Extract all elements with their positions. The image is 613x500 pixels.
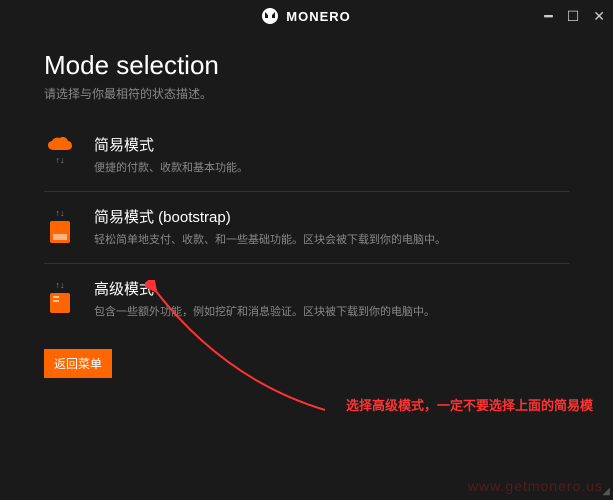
window-controls: ━ ☐ ✕ (544, 0, 605, 32)
mode-advanced[interactable]: ↑↓ 高级模式 包含一些额外功能，例如挖矿和消息验证。区块被下载到你的电脑中。 (44, 264, 569, 335)
disk-icon (50, 221, 70, 243)
sync-arrows-icon: ↑↓ (56, 208, 65, 218)
close-icon[interactable]: ✕ (593, 8, 605, 25)
app-title-container: MONERO (262, 8, 351, 24)
mode-advanced-text: 高级模式 包含一些额外功能，例如挖矿和消息验证。区块被下载到你的电脑中。 (94, 278, 435, 319)
sync-arrows-icon: ↑↓ (56, 280, 65, 290)
mode-bootstrap-desc: 轻松简单地支付、收款、和一些基础功能。区块会被下载到你的电脑中。 (94, 231, 446, 247)
mode-list: ↑↓ 简易模式 便捷的付款、收款和基本功能。 ↑↓ 简易模式 (bootstra… (44, 120, 569, 335)
page-title: Mode selection (44, 50, 569, 81)
mode-bootstrap-icon-group: ↑↓ (44, 206, 76, 243)
app-title: MONERO (286, 9, 351, 24)
annotation-text: 选择高级模式，一定不要选择上面的简易模 (346, 395, 593, 414)
cloud-icon (47, 136, 73, 152)
page-subtitle: 请选择与你最相符的状态描述。 (44, 85, 569, 102)
mode-bootstrap-text: 简易模式 (bootstrap) 轻松简单地支付、收款、和一些基础功能。区块会被… (94, 206, 446, 247)
mode-advanced-title: 高级模式 (94, 278, 435, 299)
watermark: www.getmonero.us (468, 478, 603, 494)
server-icon (50, 293, 70, 313)
mode-advanced-desc: 包含一些额外功能，例如挖矿和消息验证。区块被下载到你的电脑中。 (94, 303, 435, 319)
mode-simple-title: 简易模式 (94, 134, 248, 155)
sync-arrows-icon: ↑↓ (56, 155, 65, 165)
mode-simple-text: 简易模式 便捷的付款、收款和基本功能。 (94, 134, 248, 175)
resize-grip-icon[interactable]: ◢ (602, 486, 610, 497)
maximize-icon[interactable]: ☐ (567, 8, 580, 25)
mode-simple-desc: 便捷的付款、收款和基本功能。 (94, 159, 248, 175)
mode-bootstrap[interactable]: ↑↓ 简易模式 (bootstrap) 轻松简单地支付、收款、和一些基础功能。区… (44, 192, 569, 264)
mode-simple-icon-group: ↑↓ (44, 134, 76, 165)
mode-simple[interactable]: ↑↓ 简易模式 便捷的付款、收款和基本功能。 (44, 120, 569, 192)
mode-bootstrap-title: 简易模式 (bootstrap) (94, 206, 446, 227)
back-button[interactable]: 返回菜单 (44, 349, 112, 378)
titlebar: MONERO ━ ☐ ✕ (0, 0, 613, 32)
monero-logo-icon (262, 8, 278, 24)
minimize-icon[interactable]: ━ (544, 8, 552, 25)
content-area: Mode selection 请选择与你最相符的状态描述。 ↑↓ 简易模式 便捷… (0, 32, 613, 378)
mode-advanced-icon-group: ↑↓ (44, 278, 76, 313)
